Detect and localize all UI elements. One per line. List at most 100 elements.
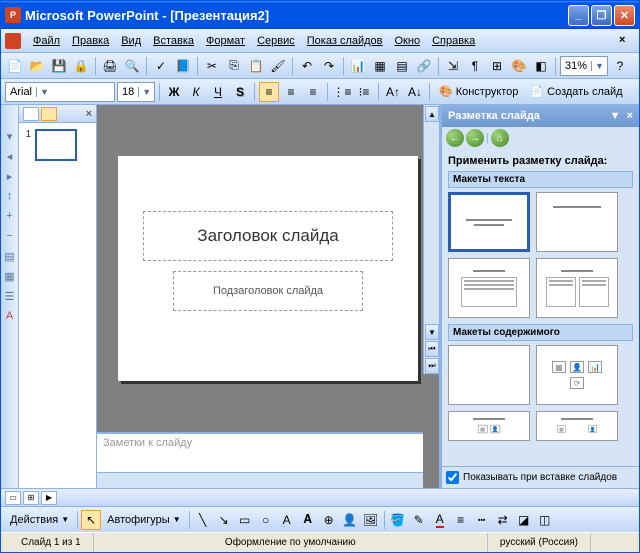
show-on-insert-checkbox[interactable] — [446, 471, 459, 484]
rail-icon[interactable]: ▸ — [3, 169, 17, 183]
menu-window[interactable]: Окно — [389, 33, 427, 49]
menu-slideshow[interactable]: Показ слайдов — [301, 33, 389, 49]
notes-pane[interactable]: Заметки к слайду — [97, 432, 423, 472]
permission-icon[interactable]: 🔒 — [71, 56, 91, 76]
next-slide-button[interactable]: ⏭ — [425, 358, 439, 374]
preview-icon[interactable]: 🔍 — [122, 56, 142, 76]
title-placeholder[interactable]: Заголовок слайда — [143, 211, 393, 261]
layout-title-content[interactable]: ▦👤 — [448, 411, 530, 441]
align-center-button[interactable]: ≡ — [281, 82, 301, 102]
hyperlink-icon[interactable]: 🔗 — [414, 56, 434, 76]
print-icon[interactable]: 🖨 — [100, 56, 120, 76]
rail-icon[interactable]: ▾ — [3, 129, 17, 143]
new-icon[interactable]: 📄 — [5, 56, 25, 76]
rail-icon[interactable]: ↕ — [3, 189, 17, 203]
select-tool[interactable]: ↖ — [81, 510, 101, 530]
rectangle-tool[interactable]: ▭ — [235, 510, 255, 530]
doc-close-button[interactable]: × — [619, 34, 633, 48]
align-left-button[interactable]: ≡ — [259, 82, 279, 102]
arrow-tool[interactable]: ↘ — [214, 510, 234, 530]
fontsize-combo[interactable]: 18 ▼ — [117, 82, 155, 102]
rail-icon[interactable]: ☰ — [3, 289, 17, 303]
menu-edit[interactable]: Правка — [66, 33, 115, 49]
fill-color-tool[interactable]: 🪣 — [388, 510, 408, 530]
slides-tab[interactable] — [41, 107, 57, 121]
align-right-button[interactable]: ≡ — [303, 82, 323, 102]
textbox-tool[interactable]: A — [277, 510, 297, 530]
normal-view-button[interactable]: ▭ — [5, 491, 21, 505]
color-icon[interactable]: 🎨 — [509, 56, 529, 76]
menu-insert[interactable]: Вставка — [147, 33, 200, 49]
layout-content[interactable]: ▦👤📊⟳ — [536, 345, 618, 405]
underline-button[interactable]: Ч — [208, 82, 228, 102]
dash-style-tool[interactable]: ┅ — [472, 510, 492, 530]
undo-icon[interactable]: ↶ — [297, 56, 317, 76]
line-style-tool[interactable]: ≡ — [451, 510, 471, 530]
taskpane-dropdown-icon[interactable]: ▼ — [610, 110, 621, 122]
menu-view[interactable]: Вид — [115, 33, 147, 49]
designer-button[interactable]: 🎨 Конструктор — [434, 82, 523, 102]
layout-title-text[interactable] — [448, 258, 530, 318]
line-color-tool[interactable]: ✎ — [409, 510, 429, 530]
open-icon[interactable]: 📂 — [27, 56, 47, 76]
slide-area[interactable]: Заголовок слайда Подзаголовок слайда ▲ ▼… — [97, 105, 439, 432]
menu-format[interactable]: Формат — [200, 33, 251, 49]
help-icon[interactable]: ? — [610, 56, 630, 76]
nav-home-button[interactable]: ⌂ — [491, 129, 509, 147]
taskpane-close-button[interactable]: × — [627, 110, 633, 122]
bold-button[interactable]: Ж — [164, 82, 184, 102]
layout-title-slide[interactable] — [448, 192, 530, 252]
close-button[interactable]: ✕ — [614, 5, 635, 26]
menu-help[interactable]: Справка — [426, 33, 481, 49]
format-painter-icon[interactable]: 🖌 — [268, 56, 288, 76]
redo-icon[interactable]: ↷ — [319, 56, 339, 76]
line-tool[interactable]: ╲ — [193, 510, 213, 530]
slide-thumbnail[interactable] — [35, 129, 77, 161]
nav-forward-button[interactable]: → — [466, 129, 484, 147]
menu-tools[interactable]: Сервис — [251, 33, 301, 49]
show-formatting-icon[interactable]: ¶ — [465, 56, 485, 76]
paste-icon[interactable]: 📋 — [246, 56, 266, 76]
layout-two-column-text[interactable] — [536, 258, 618, 318]
increase-font-button[interactable]: A↑ — [383, 82, 403, 102]
help-question-icon[interactable] — [591, 34, 605, 48]
layout-title-two-content[interactable]: ▦👤 — [536, 411, 618, 441]
shadow-button[interactable]: S — [230, 82, 250, 102]
spellcheck-icon[interactable]: ✓ — [151, 56, 171, 76]
diagram-tool[interactable]: ⊕ — [319, 510, 339, 530]
newslide-button[interactable]: 📄 Создать слайд — [525, 82, 627, 102]
expand-icon[interactable]: ⇲ — [443, 56, 463, 76]
outline-close-button[interactable]: × — [86, 108, 92, 120]
picture-tool[interactable]: 🖼 — [361, 510, 381, 530]
shadow-tool[interactable]: ◪ — [514, 510, 534, 530]
bullets-button[interactable]: ⁝≡ — [354, 82, 374, 102]
sorter-view-button[interactable]: ⊞ — [23, 491, 39, 505]
research-icon[interactable]: 📘 — [173, 56, 193, 76]
slideshow-view-button[interactable]: ▶ — [41, 491, 57, 505]
italic-button[interactable]: К — [186, 82, 206, 102]
nav-back-button[interactable]: ← — [446, 129, 464, 147]
table-icon[interactable]: ▦ — [370, 56, 390, 76]
font-combo[interactable]: Arial ▼ — [5, 82, 115, 102]
scroll-down-button[interactable]: ▼ — [425, 324, 439, 340]
menu-file[interactable]: Файл — [27, 33, 66, 49]
layout-title-only[interactable] — [536, 192, 618, 252]
rail-icon[interactable]: ▤ — [3, 249, 17, 263]
slide[interactable]: Заголовок слайда Подзаголовок слайда — [118, 156, 418, 381]
minimize-button[interactable]: _ — [568, 5, 589, 26]
autoshapes-menu[interactable]: Автофигуры ▼ — [102, 510, 186, 530]
arrow-style-tool[interactable]: ⇄ — [493, 510, 513, 530]
grayscale-icon[interactable]: ◧ — [531, 56, 551, 76]
scroll-up-button[interactable]: ▲ — [425, 106, 439, 122]
decrease-font-button[interactable]: A↓ — [405, 82, 425, 102]
subtitle-placeholder[interactable]: Подзаголовок слайда — [173, 271, 363, 311]
maximize-button[interactable]: ❐ — [591, 5, 612, 26]
cut-icon[interactable]: ✂ — [202, 56, 222, 76]
oval-tool[interactable]: ○ — [256, 510, 276, 530]
rail-icon[interactable]: ◂ — [3, 149, 17, 163]
clipart-tool[interactable]: 👤 — [340, 510, 360, 530]
rail-icon[interactable]: ▦ — [3, 269, 17, 283]
rail-icon[interactable]: − — [3, 229, 17, 243]
grid-icon[interactable]: ⊞ — [487, 56, 507, 76]
copy-icon[interactable]: ⎘ — [224, 56, 244, 76]
